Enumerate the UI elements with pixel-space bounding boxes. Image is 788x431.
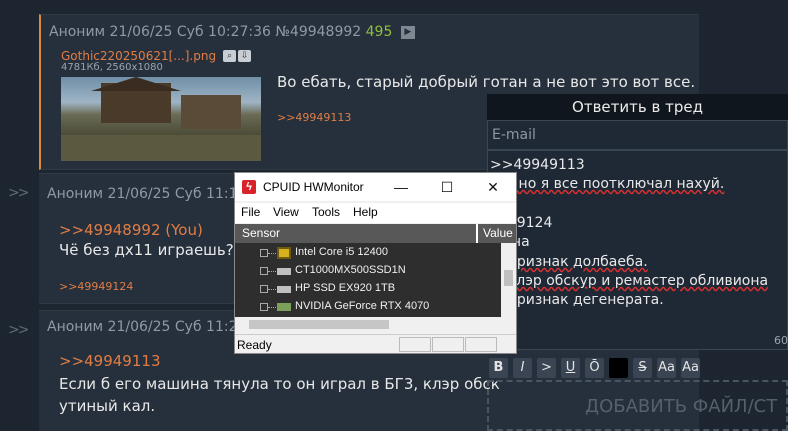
backlink[interactable]: >>49949113 xyxy=(277,111,351,124)
menu-file[interactable]: File xyxy=(241,205,260,219)
horizontal-scrollbar[interactable] xyxy=(235,317,516,332)
drive-icon xyxy=(277,286,291,293)
tree-connector xyxy=(268,253,276,254)
tree-row-drive[interactable]: HP SSD EX920 1TB xyxy=(235,280,501,298)
quote-button[interactable]: > xyxy=(537,358,556,378)
status-panel xyxy=(432,337,464,352)
hwmonitor-window[interactable]: ϟ CPUID HWMonitor — ☐ ✕ File View Tools … xyxy=(234,172,517,354)
status-bar: Ready xyxy=(235,334,516,353)
textarea-text: им, но я все поотключал нахуй. xyxy=(490,176,725,192)
download-icon[interactable]: ⇩ xyxy=(238,49,252,62)
post-header: Аноним 21/06/25 Суб 11:16 xyxy=(47,186,247,202)
device-name: NVIDIA GeForce RTX 4070 xyxy=(295,300,430,312)
title-bar[interactable]: ϟ CPUID HWMonitor — ☐ ✕ xyxy=(235,173,516,201)
overline-button[interactable]: Ō xyxy=(585,358,604,378)
close-icon[interactable]: ✕ xyxy=(470,176,516,198)
post-header-text: Аноним 21/06/25 Суб 10:27:36 №49948992 xyxy=(49,24,362,40)
sensor-tree[interactable]: Intel Core i5 12400 CT1000MX500SSD1N HP … xyxy=(235,243,501,317)
column-divider[interactable] xyxy=(476,224,478,243)
play-icon[interactable]: ▶ xyxy=(400,25,415,39)
backlink[interactable]: >>49949124 xyxy=(59,280,133,293)
status-text: Ready xyxy=(237,338,272,352)
menu-tools[interactable]: Tools xyxy=(312,205,340,219)
column-header: Sensor Value xyxy=(235,224,516,243)
file-dropzone[interactable]: ДОБАВИТЬ ФАЙЛ/СТ xyxy=(487,380,788,431)
scroll-thumb[interactable] xyxy=(504,270,513,286)
tree-connector xyxy=(268,307,276,308)
minimize-icon[interactable]: — xyxy=(378,176,424,198)
reply-link[interactable]: >>49949113 xyxy=(59,352,160,370)
textarea-text: 3, клэр обскур и ремастер обливиона xyxy=(490,273,769,289)
post-reply-count[interactable]: 495 xyxy=(366,24,393,40)
cpu-icon xyxy=(277,247,291,259)
textarea-line: 3, клэр обскур и ремастер обливиона xyxy=(490,273,768,289)
tree-row-gpu[interactable]: NVIDIA GeForce RTX 4070 xyxy=(235,298,501,316)
menu-bar: File View Tools Help xyxy=(235,203,516,223)
expand-icon[interactable] xyxy=(260,285,268,293)
textarea-line: им, но я все поотключал нахуй. xyxy=(490,176,724,192)
char-counter: 60 xyxy=(774,334,788,347)
thumbnail-house xyxy=(181,95,241,129)
tree-connector xyxy=(268,271,276,272)
underline-button[interactable]: U xyxy=(561,358,580,378)
post-header: Аноним 21/06/25 Суб 10:27:36 №49948992 4… xyxy=(49,24,415,40)
vertical-scrollbar[interactable] xyxy=(501,243,516,317)
thumbnail-roof xyxy=(91,77,181,91)
expand-icon[interactable] xyxy=(260,249,268,257)
tree-row-cpu[interactable]: Intel Core i5 12400 xyxy=(235,244,501,262)
email-field[interactable]: E-mail xyxy=(487,120,788,150)
reply-form-title: Ответить в тред xyxy=(487,94,788,120)
reply-textarea[interactable]: >>49949113 им, но я все поотключал нахуй… xyxy=(487,150,788,350)
subscript-button[interactable]: Aa xyxy=(681,358,700,378)
tree-row-drive[interactable]: CT1000MX500SSD1N xyxy=(235,262,501,280)
reply-link[interactable]: >>49948992 (You) xyxy=(59,221,203,239)
thumbnail-ground xyxy=(61,135,261,161)
status-panel xyxy=(399,337,431,352)
device-name: CT1000MX500SSD1N xyxy=(295,264,406,276)
file-name-link[interactable]: Gothic220250621[...].png xyxy=(61,49,216,63)
post-message-line-1: Если б его машина тянула то он играл в Б… xyxy=(59,375,500,393)
column-sensor[interactable]: Sensor xyxy=(242,226,280,240)
textarea-line: >>49949113 xyxy=(490,157,585,173)
spoiler-button[interactable]: ■ xyxy=(609,358,628,378)
strike-button[interactable]: S xyxy=(633,358,652,378)
post-thumbnail[interactable] xyxy=(61,77,261,161)
drive-icon xyxy=(277,268,291,275)
maximize-icon[interactable]: ☐ xyxy=(424,176,470,198)
scroll-thumb[interactable] xyxy=(249,320,389,329)
device-name: HP SSD EX920 1TB xyxy=(295,282,396,294)
status-panel xyxy=(465,337,497,352)
window-title: CPUID HWMonitor xyxy=(263,180,364,194)
bold-button[interactable]: B xyxy=(489,358,508,378)
tree-connector xyxy=(268,289,276,290)
menu-help[interactable]: Help xyxy=(353,205,378,219)
post-message: Чё без дх11 играешь? xyxy=(59,241,234,259)
expand-icon[interactable] xyxy=(260,303,268,311)
menu-view[interactable]: View xyxy=(273,205,299,219)
search-image-icon[interactable]: ⌕ xyxy=(223,49,237,62)
post-arrows-icon: >> xyxy=(8,185,29,201)
hwmonitor-app-icon: ϟ xyxy=(242,180,256,194)
column-value[interactable]: Value xyxy=(483,226,513,240)
gpu-icon xyxy=(277,303,291,311)
post-arrows-icon: >> xyxy=(8,322,29,338)
post-message: Во ебать, старый добрый готан а не вот э… xyxy=(277,73,696,91)
superscript-button[interactable]: Aa xyxy=(657,358,676,378)
italic-button[interactable]: I xyxy=(513,358,532,378)
post-header: Аноним 21/06/25 Суб 11:21 xyxy=(47,319,247,335)
post-message-line-2: утиный кал. xyxy=(59,397,156,415)
file-meta: 4781Кб, 2560x1080 xyxy=(61,62,163,73)
expand-icon[interactable] xyxy=(260,267,268,275)
device-name: Intel Core i5 12400 xyxy=(295,246,388,258)
